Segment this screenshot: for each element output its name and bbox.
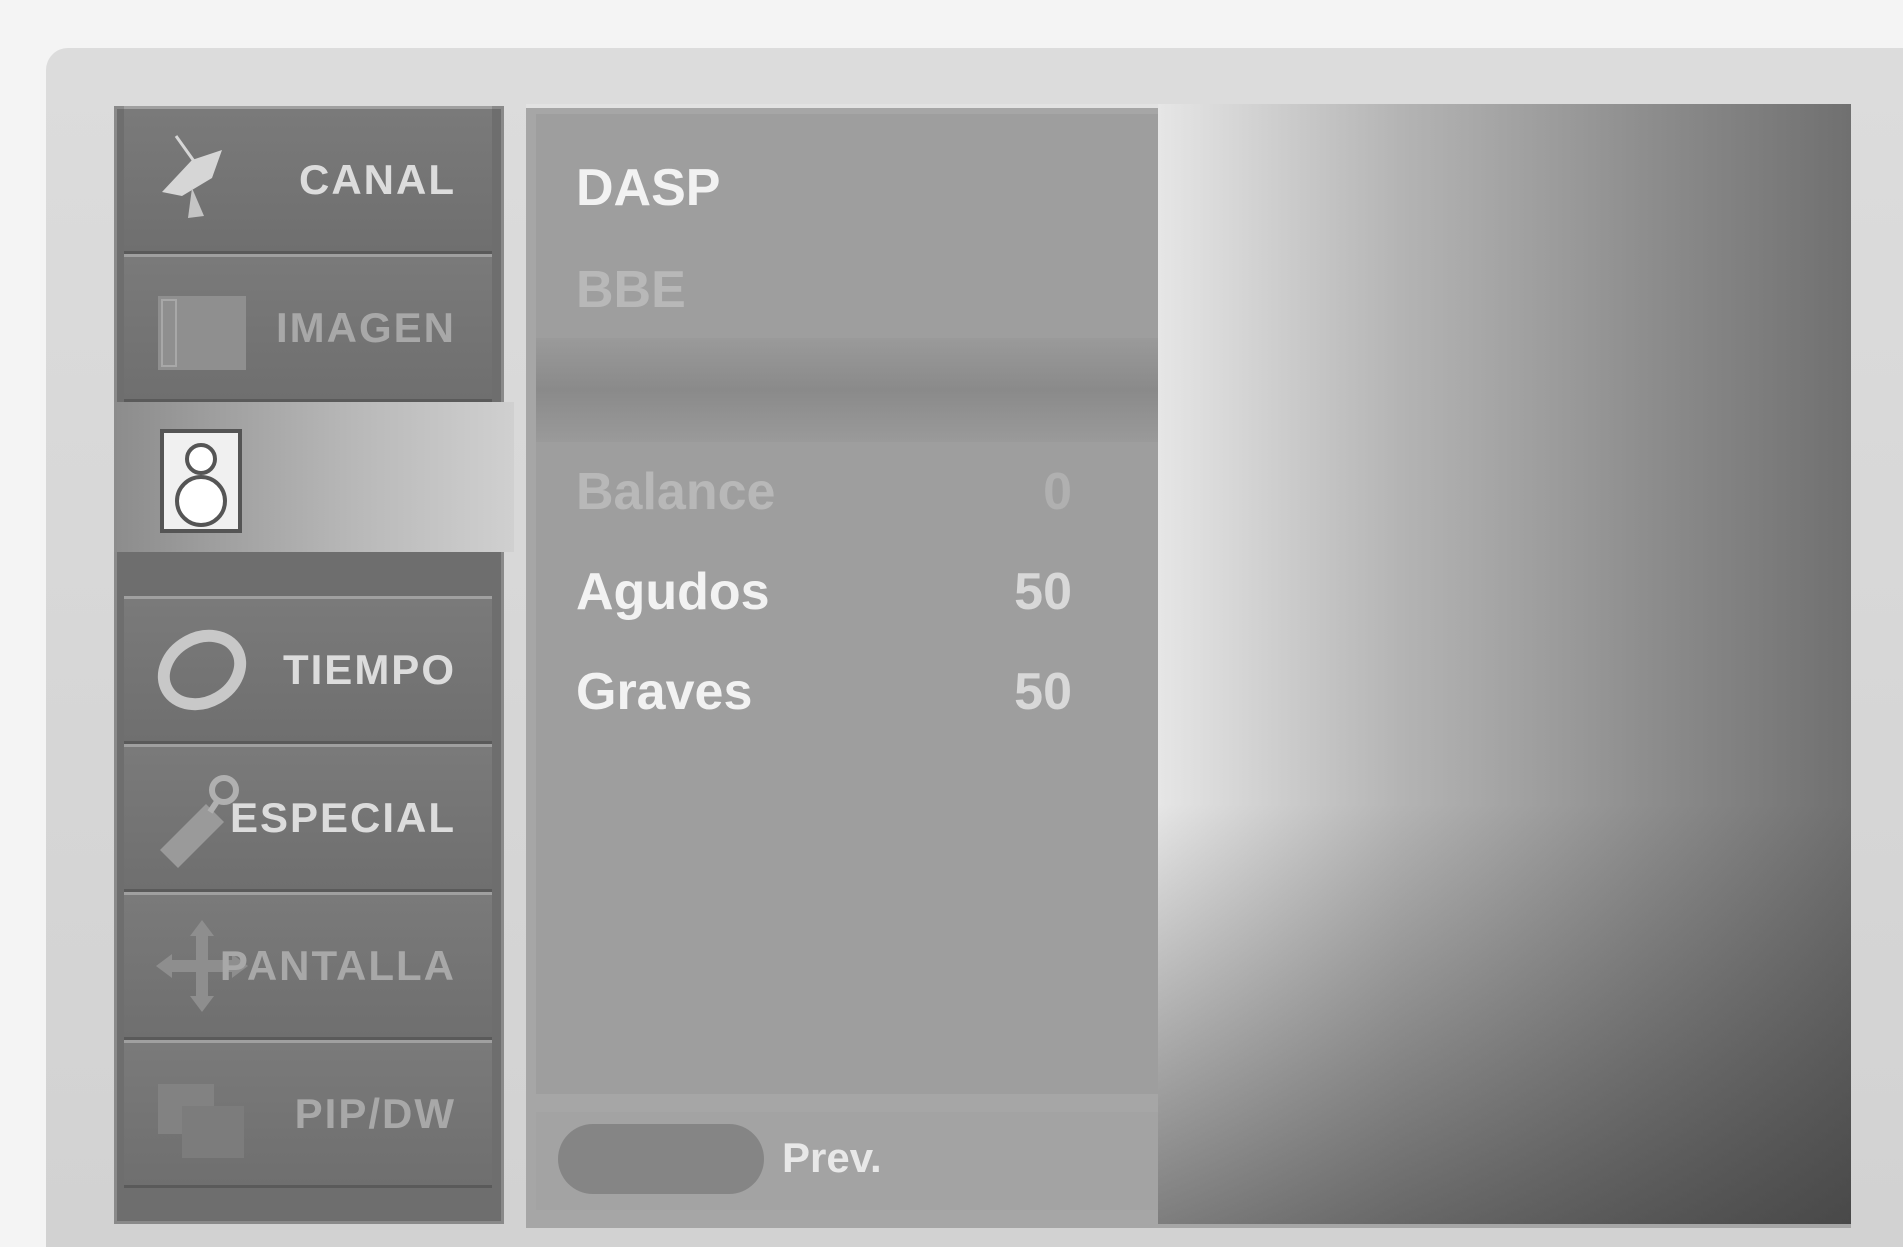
tab-especial[interactable]: ESPECIAL [124,744,492,892]
tab-sonido[interactable] [114,402,514,552]
setting-name: Balance [576,463,776,521]
tab-tiempo[interactable]: TIEMPO [124,596,492,744]
prev-label: Prev. [782,1134,882,1181]
section-divider [536,338,1158,442]
tab-label: IMAGEN [276,304,456,351]
prev-button[interactable] [558,1124,764,1194]
tab-pantalla[interactable]: PANTALLA [124,892,492,1040]
footer-bar: Prev. [536,1112,1158,1210]
setting-name: Graves [576,663,753,721]
tab-pip-dw[interactable]: PIP/DW [124,1040,492,1188]
sound-mode-list: DASP BBE [536,114,1158,338]
tab-imagen[interactable]: IMAGEN [124,254,492,402]
setting-value: 50 [1014,663,1072,721]
tab-label: ESPECIAL [229,794,456,841]
setting-value: 0 [1043,463,1072,521]
setting-value: 50 [1014,563,1072,621]
speaker-icon [152,427,252,533]
sound-settings-list: Balance 0 Agudos 50 Graves 50 [536,442,1158,1094]
clock-ring-icon [152,620,252,720]
menu-item-bbe[interactable]: BBE [576,260,686,320]
satellite-dish-icon [152,130,252,230]
menu-item-dasp[interactable]: DASP [576,158,720,218]
tab-label: CANAL [299,156,456,203]
tab-canal[interactable]: CANAL [124,106,492,254]
menu-sidebar: CANAL IMAGEN TIEMPO ESPECIAL PANTALLA PI… [114,106,514,1224]
setting-name: Agudos [576,563,770,621]
picture-frame-icon [152,278,252,378]
tab-label: TIEMPO [282,646,456,693]
pip-windows-icon [152,1064,252,1164]
preview-gradient [1158,104,1851,1224]
tab-label: PIP/DW [294,1090,456,1137]
tab-label: PANTALLA [219,942,456,989]
